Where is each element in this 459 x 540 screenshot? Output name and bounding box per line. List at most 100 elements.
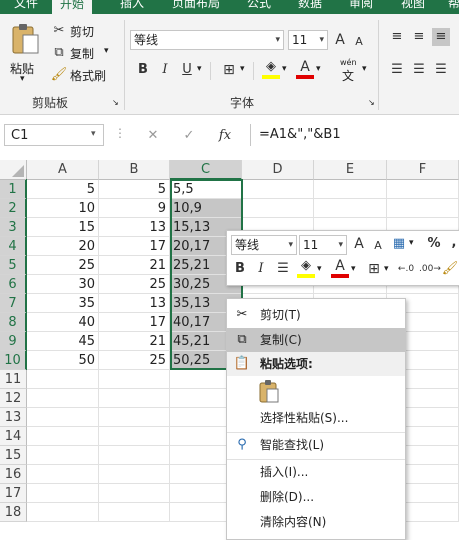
- font-color-button[interactable]: A: [296, 59, 314, 80]
- clipboard-launcher-icon[interactable]: ↘: [112, 98, 119, 107]
- fill-color-dropdown-arrow[interactable]: ▾: [282, 64, 287, 74]
- row-header[interactable]: 1: [0, 180, 27, 199]
- cell[interactable]: [99, 484, 170, 503]
- mini-font-color-button[interactable]: A: [331, 258, 349, 279]
- align-top-icon[interactable]: ≡: [388, 28, 406, 46]
- tab-formulas[interactable]: 公式: [247, 0, 271, 11]
- row-header[interactable]: 4: [0, 237, 27, 256]
- paste-button[interactable]: 粘贴 ▾: [8, 22, 42, 84]
- column-header-a[interactable]: A: [27, 160, 99, 180]
- phonetic-dropdown-arrow[interactable]: ▾: [362, 64, 367, 74]
- row-header[interactable]: 9: [0, 332, 27, 351]
- cell[interactable]: 25: [99, 351, 170, 370]
- row-header[interactable]: 15: [0, 446, 27, 465]
- font-name-dropdown[interactable]: 等线 ▾: [130, 30, 284, 50]
- mini-fill-color-button[interactable]: ◈: [297, 258, 315, 279]
- chevron-down-icon[interactable]: ▾: [384, 264, 389, 274]
- cell[interactable]: 5: [99, 180, 170, 199]
- tab-view[interactable]: 视图: [401, 0, 425, 11]
- cell[interactable]: [242, 199, 314, 218]
- tab-data[interactable]: 数据: [298, 0, 322, 11]
- cell[interactable]: [27, 408, 99, 427]
- underline-dropdown-arrow[interactable]: ▾: [197, 64, 202, 74]
- font-launcher-icon[interactable]: ↘: [368, 98, 375, 107]
- copy-button[interactable]: ⧉ 复制 ▾: [50, 44, 112, 62]
- mini-comma-button[interactable]: ,: [445, 234, 459, 252]
- enter-check-icon[interactable]: ✓: [180, 127, 198, 145]
- bold-button[interactable]: B: [134, 61, 152, 79]
- cell[interactable]: [99, 408, 170, 427]
- align-center-icon[interactable]: ☰: [410, 61, 428, 79]
- borders-icon[interactable]: ⊞: [220, 61, 238, 79]
- menu-item-clear-contents[interactable]: 清除内容(N): [227, 510, 405, 534]
- cell[interactable]: 45: [27, 332, 99, 351]
- mini-format-painter-icon[interactable]: 🖌: [441, 260, 459, 278]
- borders-dropdown-arrow[interactable]: ▾: [240, 64, 245, 74]
- cell[interactable]: 20: [27, 237, 99, 256]
- row-header[interactable]: 3: [0, 218, 27, 237]
- formula-input[interactable]: =A1&","&B1: [250, 124, 459, 146]
- cell[interactable]: 25: [99, 275, 170, 294]
- cell[interactable]: 35: [27, 294, 99, 313]
- cell[interactable]: 13: [99, 218, 170, 237]
- cell[interactable]: 10: [27, 199, 99, 218]
- cell[interactable]: 17: [99, 237, 170, 256]
- fill-color-button[interactable]: ◈: [262, 59, 280, 80]
- cell[interactable]: 5: [27, 180, 99, 199]
- row-header[interactable]: 14: [0, 427, 27, 446]
- menu-item-cut[interactable]: ✂ 剪切(T): [227, 303, 405, 327]
- tab-home[interactable]: 开始: [52, 0, 93, 14]
- chevron-down-icon[interactable]: ▾: [409, 238, 414, 248]
- grow-font-icon[interactable]: A: [331, 31, 349, 49]
- mini-shrink-font-icon[interactable]: A: [369, 237, 387, 255]
- row-header[interactable]: 13: [0, 408, 27, 427]
- mini-number-format-icon[interactable]: ▦: [390, 235, 408, 253]
- row-header[interactable]: 5: [0, 256, 27, 275]
- cell[interactable]: [99, 446, 170, 465]
- column-header-c[interactable]: C: [170, 160, 242, 180]
- menu-item-copy[interactable]: ⧉ 复制(C): [227, 328, 405, 352]
- align-right-icon[interactable]: ☰: [432, 61, 450, 79]
- tab-page-layout[interactable]: 页面布局: [172, 0, 220, 11]
- row-header[interactable]: 18: [0, 503, 27, 522]
- phonetic-button[interactable]: wén 文: [336, 58, 362, 83]
- column-header-d[interactable]: D: [242, 160, 314, 180]
- increase-decimal-icon[interactable]: ←.0: [397, 260, 415, 278]
- tab-insert[interactable]: 插入: [120, 0, 144, 11]
- cell[interactable]: [99, 427, 170, 446]
- row-header[interactable]: 17: [0, 484, 27, 503]
- mini-font-size-dropdown[interactable]: 11 ▾: [299, 235, 347, 255]
- row-header[interactable]: 12: [0, 389, 27, 408]
- cell[interactable]: [27, 389, 99, 408]
- paste-dropdown-arrow[interactable]: ▾: [20, 74, 25, 84]
- row-header[interactable]: 10: [0, 351, 27, 370]
- cell[interactable]: 5,5: [170, 180, 242, 199]
- cell[interactable]: [99, 465, 170, 484]
- menu-item-insert[interactable]: 插入(I)...: [227, 460, 405, 484]
- column-header-f[interactable]: F: [387, 160, 459, 180]
- cell[interactable]: [99, 389, 170, 408]
- cell[interactable]: 21: [99, 256, 170, 275]
- cut-button[interactable]: ✂ 剪切: [50, 22, 110, 40]
- row-header[interactable]: 7: [0, 294, 27, 313]
- font-size-dropdown[interactable]: 11 ▾: [288, 30, 328, 50]
- align-middle-icon[interactable]: ≡: [410, 28, 428, 46]
- cell[interactable]: 17: [99, 313, 170, 332]
- cell[interactable]: [314, 180, 387, 199]
- cell[interactable]: [27, 465, 99, 484]
- cell[interactable]: [242, 180, 314, 199]
- row-header[interactable]: 6: [0, 275, 27, 294]
- cell[interactable]: [27, 503, 99, 522]
- paste-option-keep-source[interactable]: [257, 378, 283, 406]
- cell[interactable]: [314, 199, 387, 218]
- cell[interactable]: 21: [99, 332, 170, 351]
- cell[interactable]: 10,9: [170, 199, 242, 218]
- cell[interactable]: [99, 503, 170, 522]
- cell[interactable]: 9: [99, 199, 170, 218]
- row-header[interactable]: 16: [0, 465, 27, 484]
- format-painter-button[interactable]: 🖌 格式刷: [50, 66, 112, 84]
- row-header[interactable]: 2: [0, 199, 27, 218]
- font-color-dropdown-arrow[interactable]: ▾: [316, 64, 321, 74]
- cancel-icon[interactable]: ✕: [144, 127, 162, 145]
- column-header-e[interactable]: E: [314, 160, 387, 180]
